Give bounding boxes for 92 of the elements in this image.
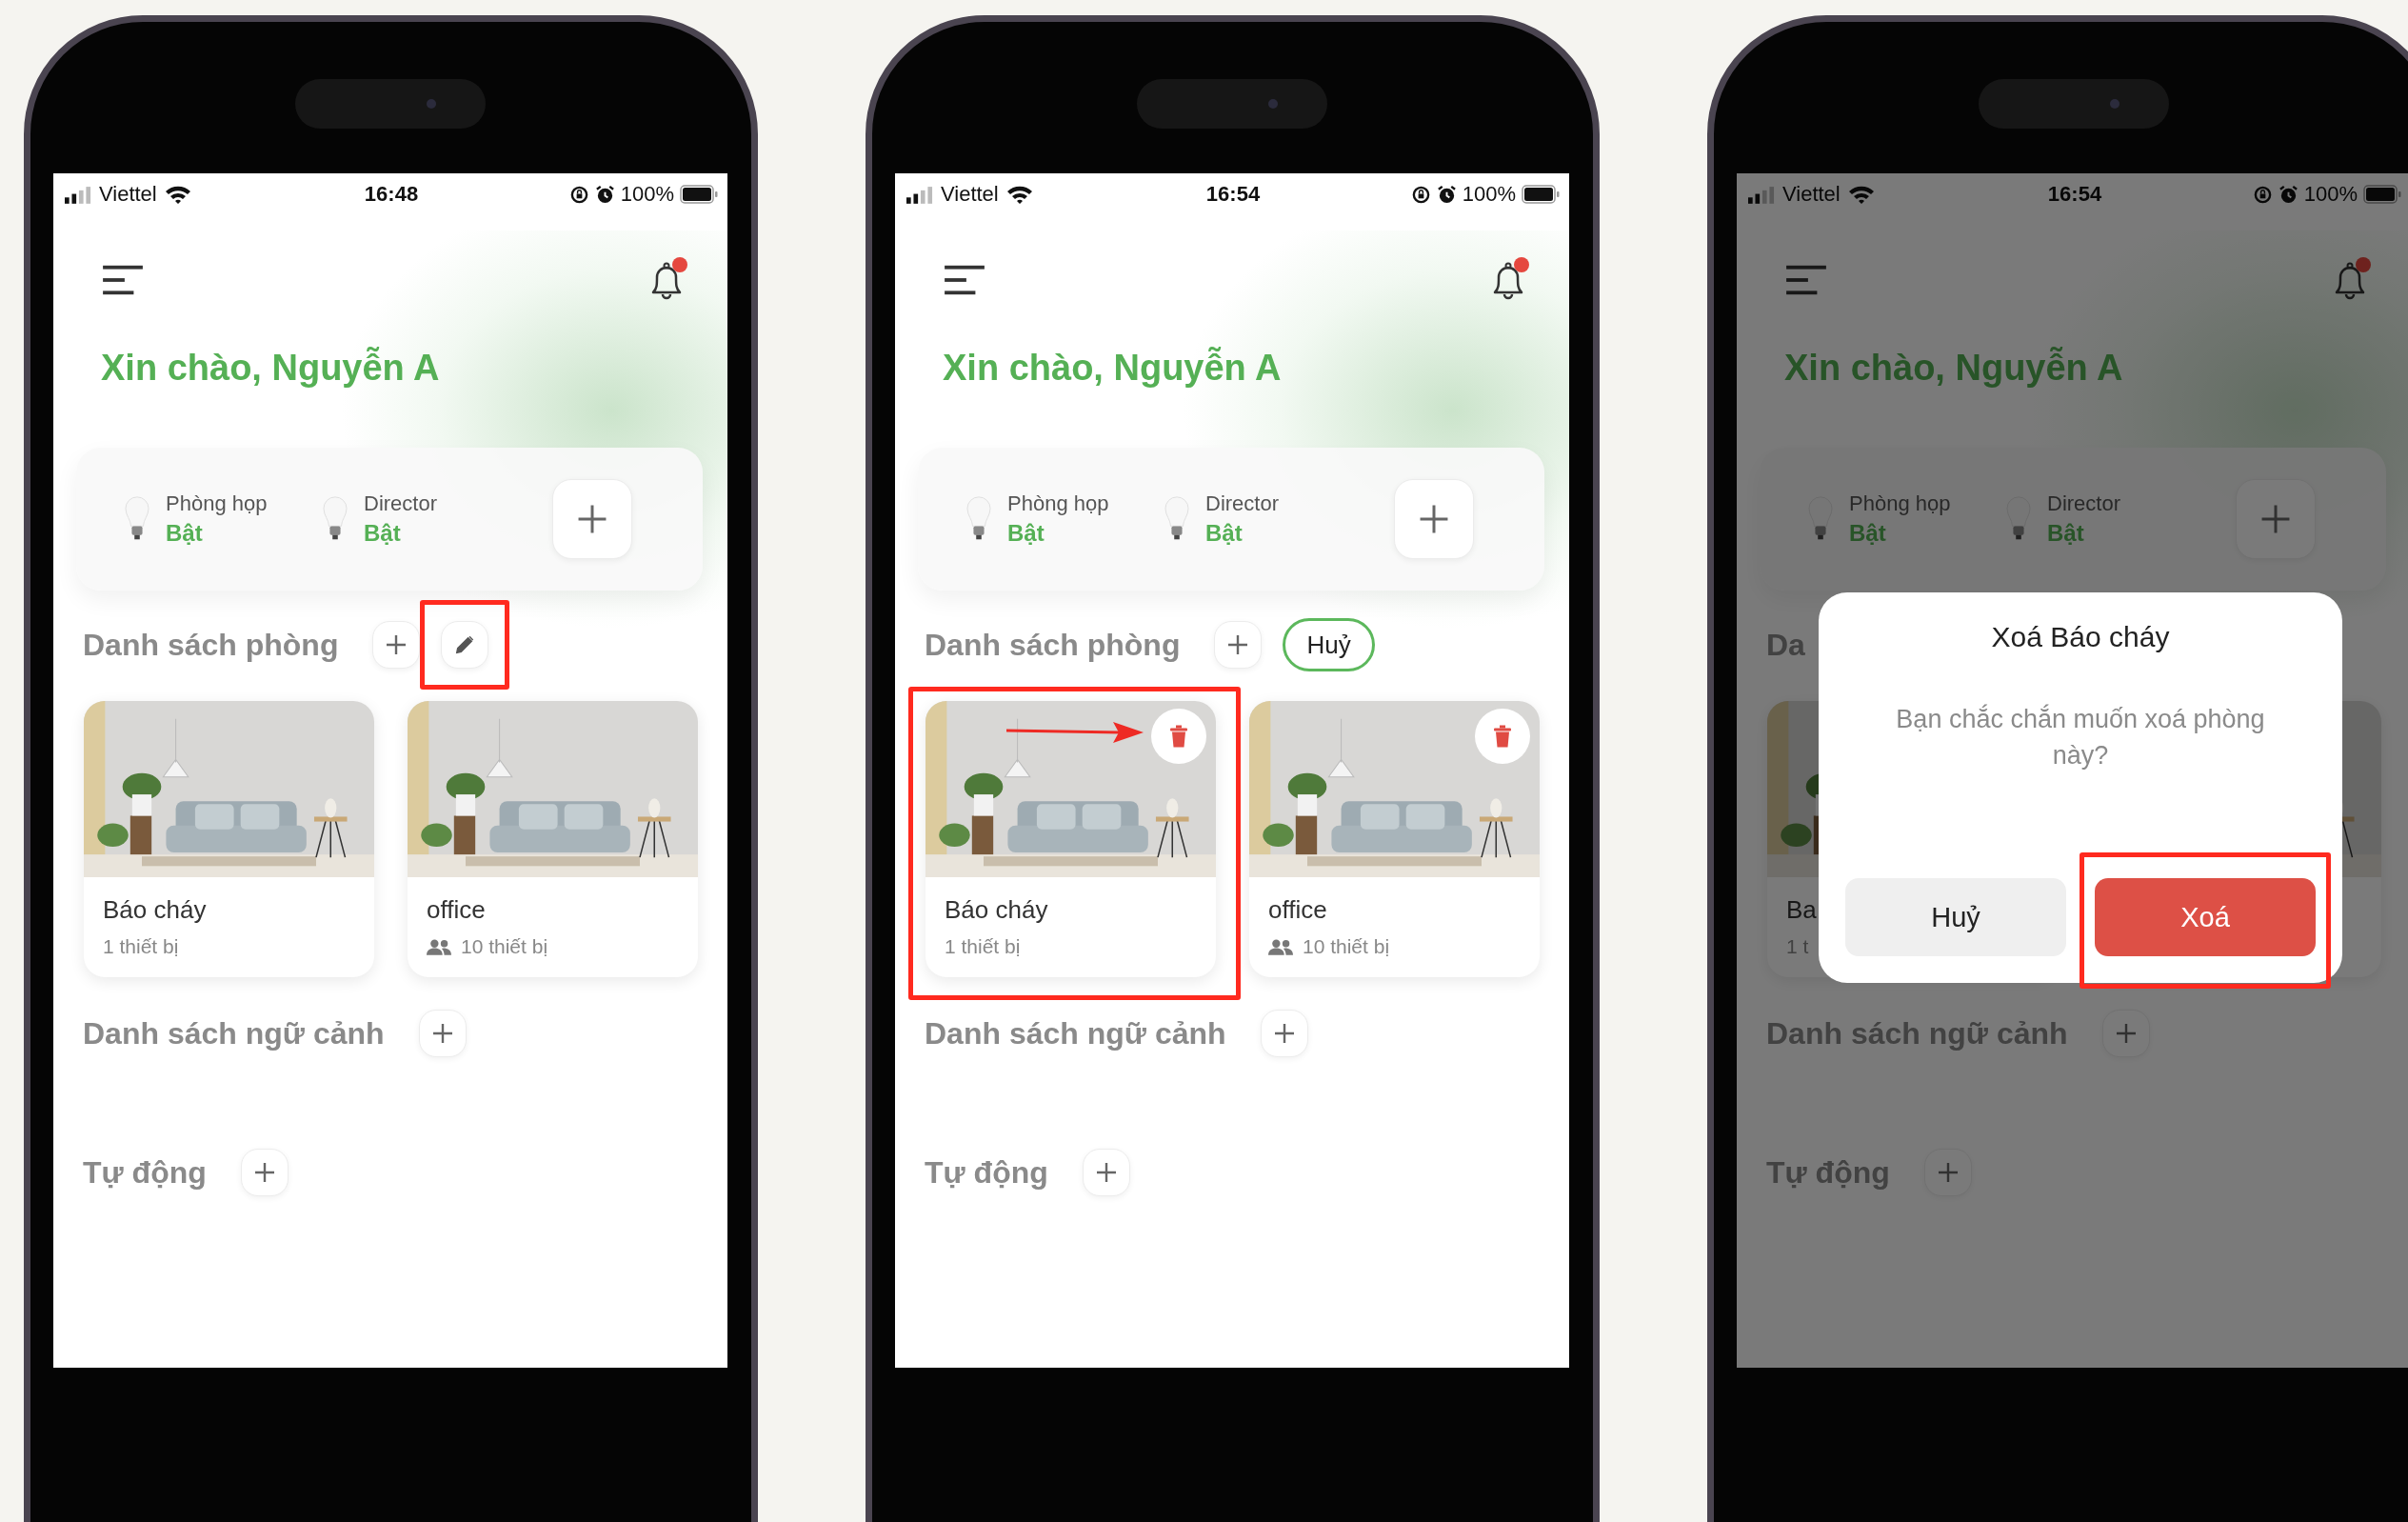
signal-icon [1748, 185, 1775, 204]
device-name: Phòng họp [1849, 491, 1951, 516]
greeting-title: Xin chào, Nguyễn A [943, 346, 1282, 390]
status-time: 16:54 [2047, 182, 2102, 207]
dialog-message: Bạn chắc chắn muốn xoá phòng này? [1895, 703, 2266, 771]
room-card[interactable]: office 10 thiết bị [408, 701, 698, 977]
battery-percent: 100% [2303, 182, 2358, 207]
plus-icon [1272, 1022, 1296, 1045]
room-card[interactable]: office 10 thiết bị [1249, 701, 1540, 977]
room-name: Báo cháy [103, 894, 207, 925]
greeting-title: Xin chào, Nguyễn A [101, 346, 440, 390]
battery-icon [1522, 185, 1560, 204]
signal-icon [65, 185, 91, 204]
plus-icon [1094, 1161, 1118, 1184]
device-count: 1 thiết bị [945, 935, 1021, 958]
device-count: 10 thiết bị [461, 935, 548, 958]
room-name: Báo cháy [945, 894, 1048, 925]
room-name: office [1268, 894, 1327, 925]
trash-icon [1169, 724, 1188, 749]
dialog-title: Xoá Báo cháy [1991, 621, 2170, 653]
battery-percent: 100% [620, 182, 674, 207]
device-name: Phòng họp [1007, 491, 1109, 516]
wifi-icon [1847, 185, 1875, 204]
plus-icon [252, 1161, 276, 1184]
people-icon [427, 938, 451, 955]
device-state: Bật [166, 520, 204, 547]
status-time: 16:48 [364, 182, 419, 207]
cancel-button[interactable]: Huỷ [1845, 878, 2066, 956]
delete-button[interactable]: Xoá [2095, 878, 2316, 956]
rotation-lock-icon [568, 184, 589, 205]
section-title: Danh sách ngữ cảnh [83, 1015, 385, 1051]
add-room-button[interactable] [372, 621, 421, 669]
device-name: Director [1205, 491, 1279, 516]
add-room-button[interactable] [1214, 621, 1263, 669]
plus-icon [430, 1022, 454, 1045]
wifi-icon [1005, 185, 1033, 204]
plus-icon [1226, 633, 1250, 656]
carrier-name: Viettel [941, 182, 999, 207]
section-title: Danh sách ngữ cảnh [925, 1015, 1226, 1051]
carrier-name: Viettel [1782, 182, 1841, 207]
device-count: 1 thiết bị [103, 935, 179, 958]
section-title: Danh sách phòng [83, 627, 339, 663]
section-title: Danh sách phòng [925, 627, 1181, 663]
room-name: Ba [1786, 894, 1817, 925]
device-state: Bật [1205, 520, 1244, 547]
carrier-name: Viettel [99, 182, 157, 207]
device-state: Bật [1849, 520, 1887, 547]
wifi-icon [164, 185, 191, 204]
add-button[interactable] [1082, 1149, 1130, 1196]
add-button[interactable] [1260, 1010, 1308, 1057]
alarm-icon [594, 184, 615, 205]
section-title: Tự động [925, 1154, 1048, 1191]
device-count: 10 thiết bị [1303, 935, 1390, 958]
device-state: Bật [2047, 520, 2085, 547]
plus-icon [1936, 1161, 1960, 1184]
room-name: office [427, 894, 486, 925]
room-card[interactable]: Báo cháy 1 thiết bị [84, 701, 374, 977]
rotation-lock-icon [2252, 184, 2273, 205]
device-name: Director [364, 491, 437, 516]
signal-icon [906, 185, 933, 204]
status-time: 16:54 [1205, 182, 1261, 207]
greeting-title: Xin chào, Nguyễn A [1784, 346, 2123, 390]
alarm-icon [2278, 184, 2299, 205]
edit-button[interactable] [441, 621, 489, 669]
room-card[interactable]: Báo cháy 1 thiết bị [925, 701, 1216, 977]
device-name: Director [2047, 491, 2120, 516]
add-button[interactable] [240, 1149, 289, 1196]
device-name: Phòng họp [166, 491, 268, 516]
rotation-lock-icon [1410, 184, 1431, 205]
add-button[interactable] [2101, 1010, 2150, 1057]
pencil-icon [454, 634, 476, 655]
section-title: Da [1766, 627, 1805, 663]
device-state: Bật [364, 520, 402, 547]
add-button[interactable] [1923, 1149, 1972, 1196]
battery-percent: 100% [1462, 182, 1516, 207]
trash-icon [1493, 724, 1512, 749]
plus-icon [1418, 503, 1450, 535]
battery-icon [2363, 185, 2401, 204]
section-title: Danh sách ngữ cảnh [1766, 1015, 2068, 1051]
section-title: Tự động [1766, 1154, 1890, 1191]
alarm-icon [1436, 184, 1457, 205]
plus-icon [385, 633, 408, 656]
plus-icon [2259, 503, 2292, 535]
plus-icon [2114, 1022, 2138, 1045]
section-title: Tự động [83, 1154, 207, 1191]
device-state: Bật [1007, 520, 1045, 547]
cancel-button[interactable]: Huỷ [1283, 618, 1375, 671]
battery-icon [680, 185, 718, 204]
device-count: 1 t [1786, 935, 1809, 958]
people-icon [1268, 938, 1293, 955]
add-button[interactable] [418, 1010, 467, 1057]
plus-icon [576, 503, 608, 535]
